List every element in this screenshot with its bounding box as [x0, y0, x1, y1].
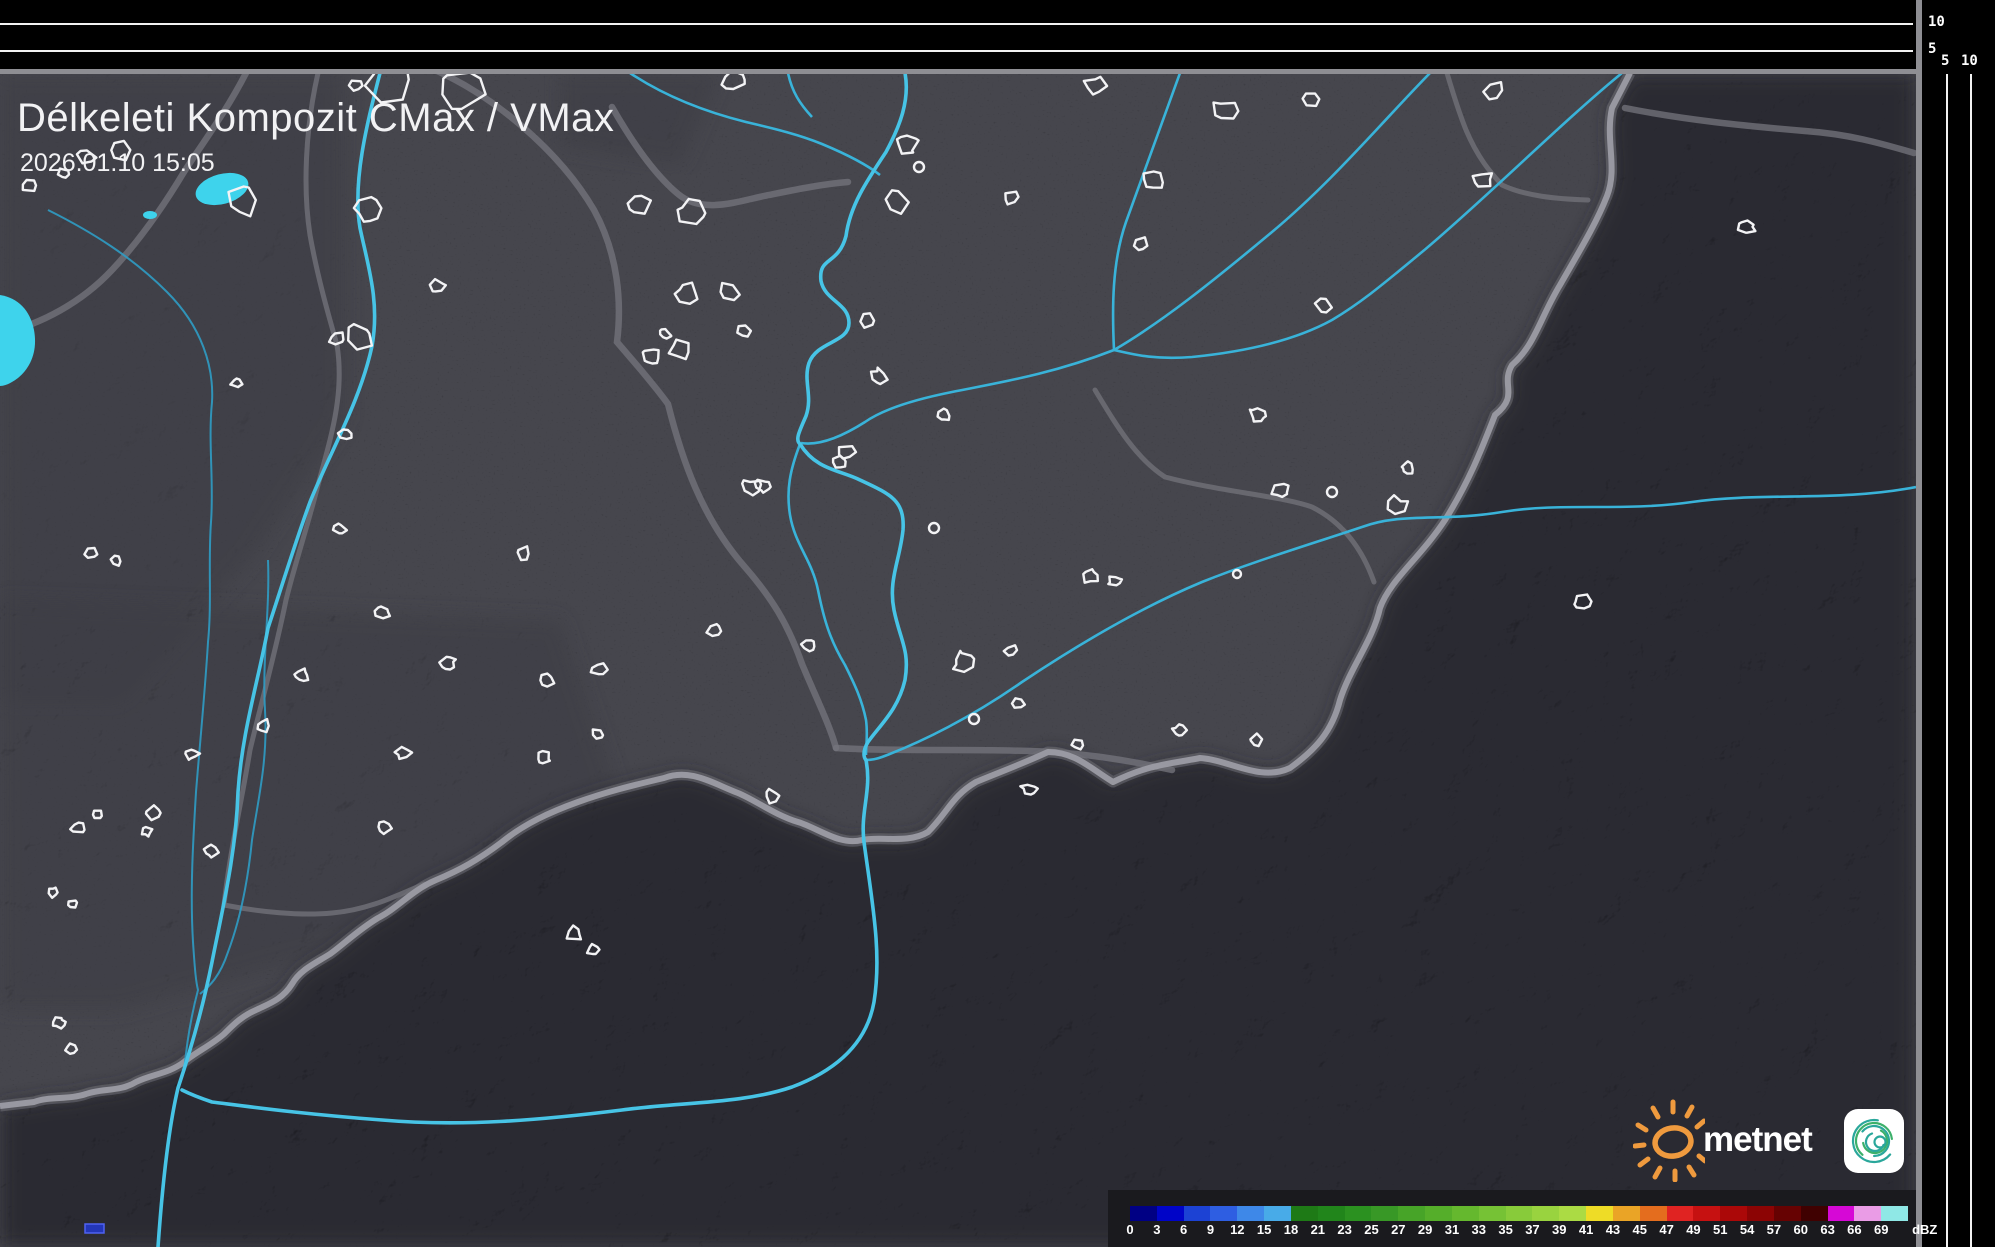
legend-color-cell	[1881, 1206, 1908, 1221]
legend-tick-label: 49	[1686, 1222, 1700, 1237]
legend-tick-label: 57	[1767, 1222, 1781, 1237]
legend-tick-label: 27	[1391, 1222, 1405, 1237]
legend-color-cell	[1828, 1206, 1855, 1221]
legend-color-cell	[1747, 1206, 1774, 1221]
legend-tick-label: 63	[1820, 1222, 1834, 1237]
map-title: Délkeleti Kompozit CMax / VMax	[17, 96, 614, 141]
legend-tick-label: 37	[1525, 1222, 1539, 1237]
side-profile-tick-10: 10	[1961, 53, 1978, 69]
legend-tick-label: 23	[1337, 1222, 1351, 1237]
legend-tick-label: 47	[1659, 1222, 1673, 1237]
legend-color-cell	[1667, 1206, 1694, 1221]
legend-tick-label: 6	[1180, 1222, 1187, 1237]
legend-tick-label: 60	[1794, 1222, 1808, 1237]
legend-tick-label: 3	[1153, 1222, 1160, 1237]
side-scale-line-10km	[1970, 74, 1972, 1247]
legend-tick-label: 54	[1740, 1222, 1754, 1237]
legend-color-cell	[1613, 1206, 1640, 1221]
side-profile-tick-5: 5	[1941, 53, 1949, 69]
legend-color-cell	[1130, 1206, 1157, 1221]
legend-tick-label: 51	[1713, 1222, 1727, 1237]
legend-tick-label: 35	[1498, 1222, 1512, 1237]
side-scale-line-5km	[1946, 74, 1948, 1247]
top-profile-tick-5: 5	[1928, 41, 1936, 57]
legend-color-cell	[1559, 1206, 1586, 1221]
top-profile-tick-10: 10	[1928, 14, 1945, 30]
vertical-divider	[1916, 0, 1922, 1247]
legend-unit-label: dBZ	[1912, 1222, 1937, 1237]
legend-color-cell	[1801, 1206, 1828, 1221]
legend-color-cell	[1157, 1206, 1184, 1221]
top-profile-strip	[0, 0, 1916, 69]
legend-color-cell	[1640, 1206, 1667, 1221]
legend-color-bar	[1130, 1206, 1908, 1221]
legend-color-cell	[1210, 1206, 1237, 1221]
legend-color-cell	[1854, 1206, 1881, 1221]
legend-color-cell	[1532, 1206, 1559, 1221]
legend-tick-label: 21	[1311, 1222, 1325, 1237]
legend-color-cell	[1720, 1206, 1747, 1221]
legend-tick-label: 43	[1606, 1222, 1620, 1237]
lake	[143, 211, 157, 219]
legend-tick-label: 18	[1284, 1222, 1298, 1237]
spiral-logo-icon	[1843, 1108, 1905, 1174]
reflectivity-legend: 0369121518212325272931333537394143454749…	[1108, 1190, 1916, 1247]
legend-color-cell	[1479, 1206, 1506, 1221]
legend-color-cell	[1371, 1206, 1398, 1221]
horizontal-divider	[0, 69, 1916, 74]
legend-color-cell	[1318, 1206, 1345, 1221]
top-scale-line-5km	[0, 50, 1913, 52]
legend-tick-label: 31	[1445, 1222, 1459, 1237]
map-canvas	[0, 65, 1916, 1247]
legend-color-cell	[1184, 1206, 1211, 1221]
legend-tick-label: 29	[1418, 1222, 1432, 1237]
sun-icon	[1633, 1098, 1705, 1182]
legend-tick-label: 41	[1579, 1222, 1593, 1237]
legend-color-cell	[1452, 1206, 1479, 1221]
legend-color-cell	[1425, 1206, 1452, 1221]
radar-map	[0, 0, 1995, 1247]
radar-echo	[85, 1224, 104, 1233]
legend-tick-label: 15	[1257, 1222, 1271, 1237]
legend-tick-label: 69	[1874, 1222, 1888, 1237]
radar-composite-screen: Délkeleti Kompozit CMax / VMax 2026.01.1…	[0, 0, 1995, 1247]
map-timestamp: 2026.01.10 15:05	[20, 149, 215, 178]
legend-tick-label: 25	[1364, 1222, 1378, 1237]
legend-tick-label: 45	[1633, 1222, 1647, 1237]
legend-color-cell	[1506, 1206, 1533, 1221]
legend-color-cell	[1291, 1206, 1318, 1221]
legend-color-cell	[1693, 1206, 1720, 1221]
legend-color-cell	[1237, 1206, 1264, 1221]
top-scale-line-10km	[0, 23, 1913, 25]
legend-color-cell	[1586, 1206, 1613, 1221]
legend-color-cell	[1345, 1206, 1372, 1221]
legend-tick-label: 9	[1207, 1222, 1214, 1237]
legend-color-cell	[1398, 1206, 1425, 1221]
legend-tick-label: 12	[1230, 1222, 1244, 1237]
legend-tick-label: 66	[1847, 1222, 1861, 1237]
legend-color-cell	[1264, 1206, 1291, 1221]
metnet-logo: metnet	[1633, 1098, 1918, 1182]
legend-tick-label: 0	[1126, 1222, 1133, 1237]
metnet-logo-text: metnet	[1703, 1120, 1812, 1160]
right-profile-strip	[1916, 0, 1995, 1247]
legend-color-cell	[1774, 1206, 1801, 1221]
legend-tick-label: 33	[1472, 1222, 1486, 1237]
legend-tick-label: 39	[1552, 1222, 1566, 1237]
